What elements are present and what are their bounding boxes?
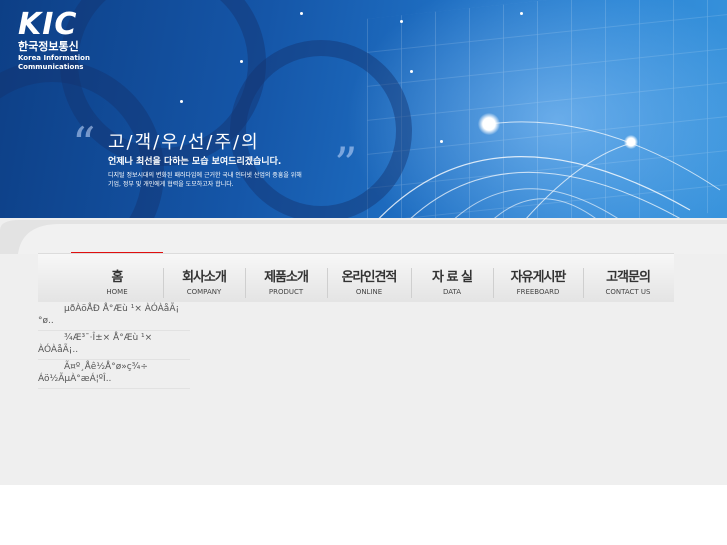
slogan-headline: 고/객/우/선/주/의 (108, 132, 260, 153)
nav-sublabel: ONLINE (355, 288, 383, 296)
slogan-subline: 언제나 최선을 다하는 모습 보여드리겠습니다. (108, 157, 282, 167)
nav-sublabel: PRODUCT (268, 288, 304, 296)
quote-close-icon: ” (334, 137, 358, 191)
logo-mark: KIC (18, 7, 78, 42)
company-logo[interactable]: KIC 한국정보통신 Korea Information Communicati… (18, 10, 90, 72)
nav-label: 고객문의 (606, 270, 651, 285)
glow-dot (624, 135, 638, 149)
star (410, 70, 413, 73)
nav-item-product[interactable]: 제품소개 PRODUCT (245, 254, 327, 302)
star (400, 20, 403, 23)
nav-label: 자 료 실 (432, 270, 473, 285)
slogan-desc-1: 디지털 정보시대의 변화된 패러다임에 근거한 국내 인터넷 산업의 중흥을 위… (108, 172, 302, 179)
glow-dot (478, 113, 500, 135)
submenu-list: µðÀöÅÐ Å°Æù ¹× ÀÓÀåÃ¡ °ø.. ¾Æ³¯·Î±× Å°Æù… (38, 302, 190, 389)
nav-label: 온라인견적 (341, 270, 398, 285)
nav-item-contact[interactable]: 고객문의 CONTACT US (583, 254, 673, 302)
submenu-item[interactable]: µðÀöÅÐ Å°Æù ¹× ÀÓÀåÃ¡ °ø.. (38, 302, 190, 331)
nav-label: 홈 (111, 270, 124, 285)
nav-label: 제품소개 (264, 270, 309, 285)
submenu-item-text: ÀÓÀåÃ¡.. (38, 345, 79, 355)
nav-label: 회사소개 (182, 270, 227, 285)
star (240, 60, 243, 63)
submenu-item-text: ¾Æ³¯·Î±× Å°Æù ¹× (64, 333, 153, 343)
nav-sublabel: CONTACT US (605, 288, 651, 296)
submenu-item-text: µðÀöÅÐ Å°Æù ¹× ÀÓÀåÃ¡ (64, 304, 180, 314)
star (520, 12, 523, 15)
nav-sublabel: HOME (106, 288, 128, 296)
submenu-item-text: Áö½ÃµÀ°æÁ¦ºÎ.. (38, 374, 112, 384)
logo-korean: 한국정보통신 (18, 40, 79, 53)
nav-item-online[interactable]: 온라인견적 ONLINE (327, 254, 411, 302)
nav-item-home[interactable]: 홈 HOME (71, 254, 163, 302)
nav-item-data[interactable]: 자 료 실 DATA (411, 254, 493, 302)
slogan-desc-2: 기업, 정부 및 개인에게 협력을 도모하고자 합니다. (108, 181, 234, 188)
logo-english-1: Korea Information (18, 54, 90, 62)
submenu-item-text: Ã¤º¸Åê½Å°ø»ç¾÷ (64, 362, 148, 372)
nav-sublabel: DATA (442, 288, 462, 296)
star (440, 140, 443, 143)
nav-sublabel: FREEBOARD (516, 288, 560, 296)
submenu-item[interactable]: ¾Æ³¯·Î±× Å°Æù ¹× ÀÓÀåÃ¡.. (38, 331, 190, 360)
nav-sublabel: COMPANY (186, 288, 222, 296)
quote-open-icon: “ (72, 117, 96, 171)
nav-item-company[interactable]: 회사소개 COMPANY (163, 254, 245, 302)
banner-wave (0, 220, 727, 254)
star (300, 12, 303, 15)
nav-label: 자유게시판 (510, 270, 567, 285)
star (180, 100, 183, 103)
nav-item-freeboard[interactable]: 자유게시판 FREEBOARD (493, 254, 583, 302)
main-nav: 홈 HOME 회사소개 COMPANY 제품소개 PRODUCT 온라인견적 O… (38, 253, 674, 302)
logo-english-2: Communications (18, 63, 84, 71)
header-banner: KIC 한국정보통신 Korea Information Communicati… (0, 0, 727, 255)
submenu-item-text: °ø.. (38, 316, 54, 326)
submenu-item[interactable]: Ã¤º¸Åê½Å°ø»ç¾÷ Áö½ÃµÀ°æÁ¦ºÎ.. (38, 360, 190, 389)
